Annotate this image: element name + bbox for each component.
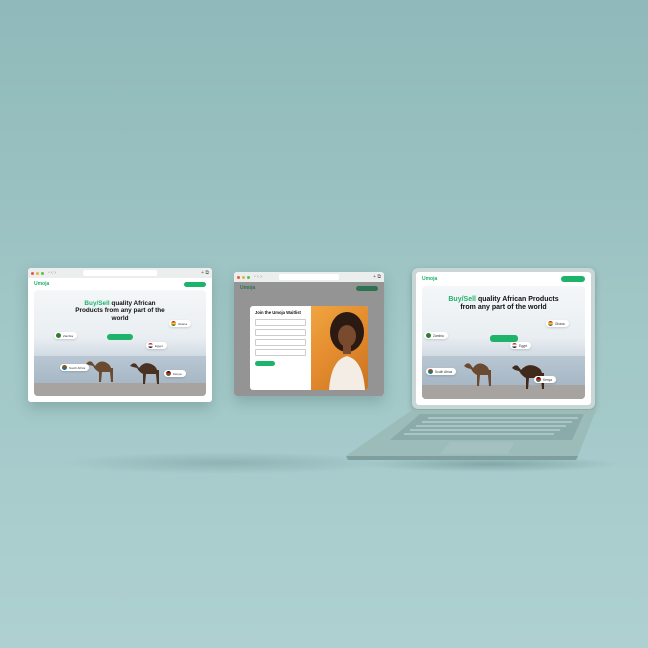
join-waitlist-button[interactable] [184, 281, 206, 287]
browser-window-middle: ▫ ‹ › + ⧉ Umoja Join the Umoja Waitlist [234, 272, 384, 396]
headline-accent: Buy/Sell [448, 296, 476, 303]
waitlist-form: Join the Umoja Waitlist [250, 306, 311, 390]
location-field[interactable] [255, 349, 307, 356]
minimize-dot[interactable] [36, 271, 39, 275]
camel-image [464, 363, 544, 389]
chip-label: South Africa [69, 365, 86, 370]
flag-icon [428, 369, 433, 374]
modal-title: Join the Umoja Waitlist [255, 310, 301, 315]
country-chip-egypt[interactable]: Egypt [510, 342, 532, 349]
woman-photo [311, 306, 368, 390]
country-chip-egypt[interactable]: Egypt [146, 342, 167, 349]
chip-label: Zambia [433, 333, 444, 338]
back-forward-icon[interactable]: ▫ ‹ › [48, 268, 56, 278]
browser-toolbar: ▫ ‹ › + ⧉ [28, 268, 212, 278]
landing-page: Umoja Buy/Sell quality African Products … [28, 278, 212, 402]
flag-icon [171, 321, 176, 326]
flag-icon [166, 371, 171, 376]
chip-label: Egypt [155, 343, 163, 348]
portrait-image [329, 312, 366, 390]
flag-icon [426, 333, 431, 338]
submit-button[interactable] [255, 361, 275, 366]
hero: Buy/Sell quality African Products from a… [422, 286, 585, 399]
chip-label: Egypt [519, 343, 528, 348]
laptop-screen: Umoja Buy/Sell quality African Products … [412, 268, 595, 409]
chip-label: South Africa [435, 369, 453, 374]
close-dot[interactable] [237, 275, 240, 279]
join-waitlist-button[interactable] [561, 276, 585, 282]
site-header: Umoja [28, 278, 212, 290]
windows-shadow [60, 452, 390, 474]
country-chip-south-africa[interactable]: South Africa [426, 368, 457, 375]
country-chip-ghana[interactable]: Ghana [546, 320, 569, 327]
chip-label: Zambia [63, 333, 74, 338]
new-tab-icon[interactable]: + ⧉ [201, 268, 209, 278]
logo[interactable]: Umoja [422, 276, 437, 282]
flag-icon [512, 343, 517, 348]
hero-button[interactable] [489, 335, 518, 342]
site-header: Umoja [416, 272, 591, 286]
country-chip-zambia[interactable]: Zambia [424, 332, 448, 339]
flag-icon [62, 365, 67, 370]
laptop-display: Umoja Buy/Sell quality African Products … [416, 272, 591, 405]
flag-icon [148, 343, 153, 348]
minimize-dot[interactable] [242, 275, 245, 279]
country-chip-south-africa[interactable]: South Africa [60, 364, 90, 371]
flag-icon [548, 321, 553, 326]
headline-accent: Buy/Sell [84, 300, 110, 307]
country-chip-zambia[interactable]: Zambia [54, 332, 78, 339]
chip-label: Kenya [173, 371, 182, 376]
chip-label: Ghana [555, 321, 565, 326]
address-bar[interactable] [83, 270, 157, 276]
country-chip-ghana[interactable]: Ghana [169, 320, 192, 327]
hero: Buy/Sell quality African Products from a… [34, 290, 206, 396]
camel-image [86, 361, 159, 384]
laptop-keyboard-deck [346, 410, 596, 460]
flag-icon [56, 333, 61, 338]
hero-button[interactable] [107, 334, 133, 340]
chip-label: Ghana [178, 321, 188, 326]
chip-label: Kenya [543, 377, 553, 382]
email-field[interactable] [255, 329, 307, 336]
phone-field[interactable] [255, 339, 307, 346]
hero-headline: Buy/Sell quality African Products from a… [34, 300, 206, 322]
browser-toolbar: ▫ ‹ › + ⧉ [234, 272, 384, 282]
flag-icon [536, 377, 541, 382]
hero-headline: Buy/Sell quality African Products from a… [422, 296, 585, 312]
logo[interactable]: Umoja [34, 281, 49, 287]
country-chip-kenya[interactable]: Kenya [534, 376, 557, 383]
country-chip-kenya[interactable]: Kenya [164, 370, 186, 377]
headline-rest: quality African Products from any part o… [460, 296, 559, 312]
name-field[interactable] [255, 319, 307, 326]
new-tab-icon[interactable]: + ⧉ [373, 272, 381, 282]
address-bar[interactable] [279, 274, 339, 280]
waitlist-page: Umoja Join the Umoja Waitlist [234, 282, 384, 396]
close-dot[interactable] [31, 271, 34, 275]
browser-window-left: ▫ ‹ › + ⧉ Umoja Buy/Sell quality African… [28, 268, 212, 402]
maximize-dot[interactable] [247, 275, 250, 279]
waitlist-modal: Join the Umoja Waitlist [250, 306, 368, 390]
back-forward-icon[interactable]: ▫ ‹ › [254, 272, 262, 282]
maximize-dot[interactable] [41, 271, 44, 275]
